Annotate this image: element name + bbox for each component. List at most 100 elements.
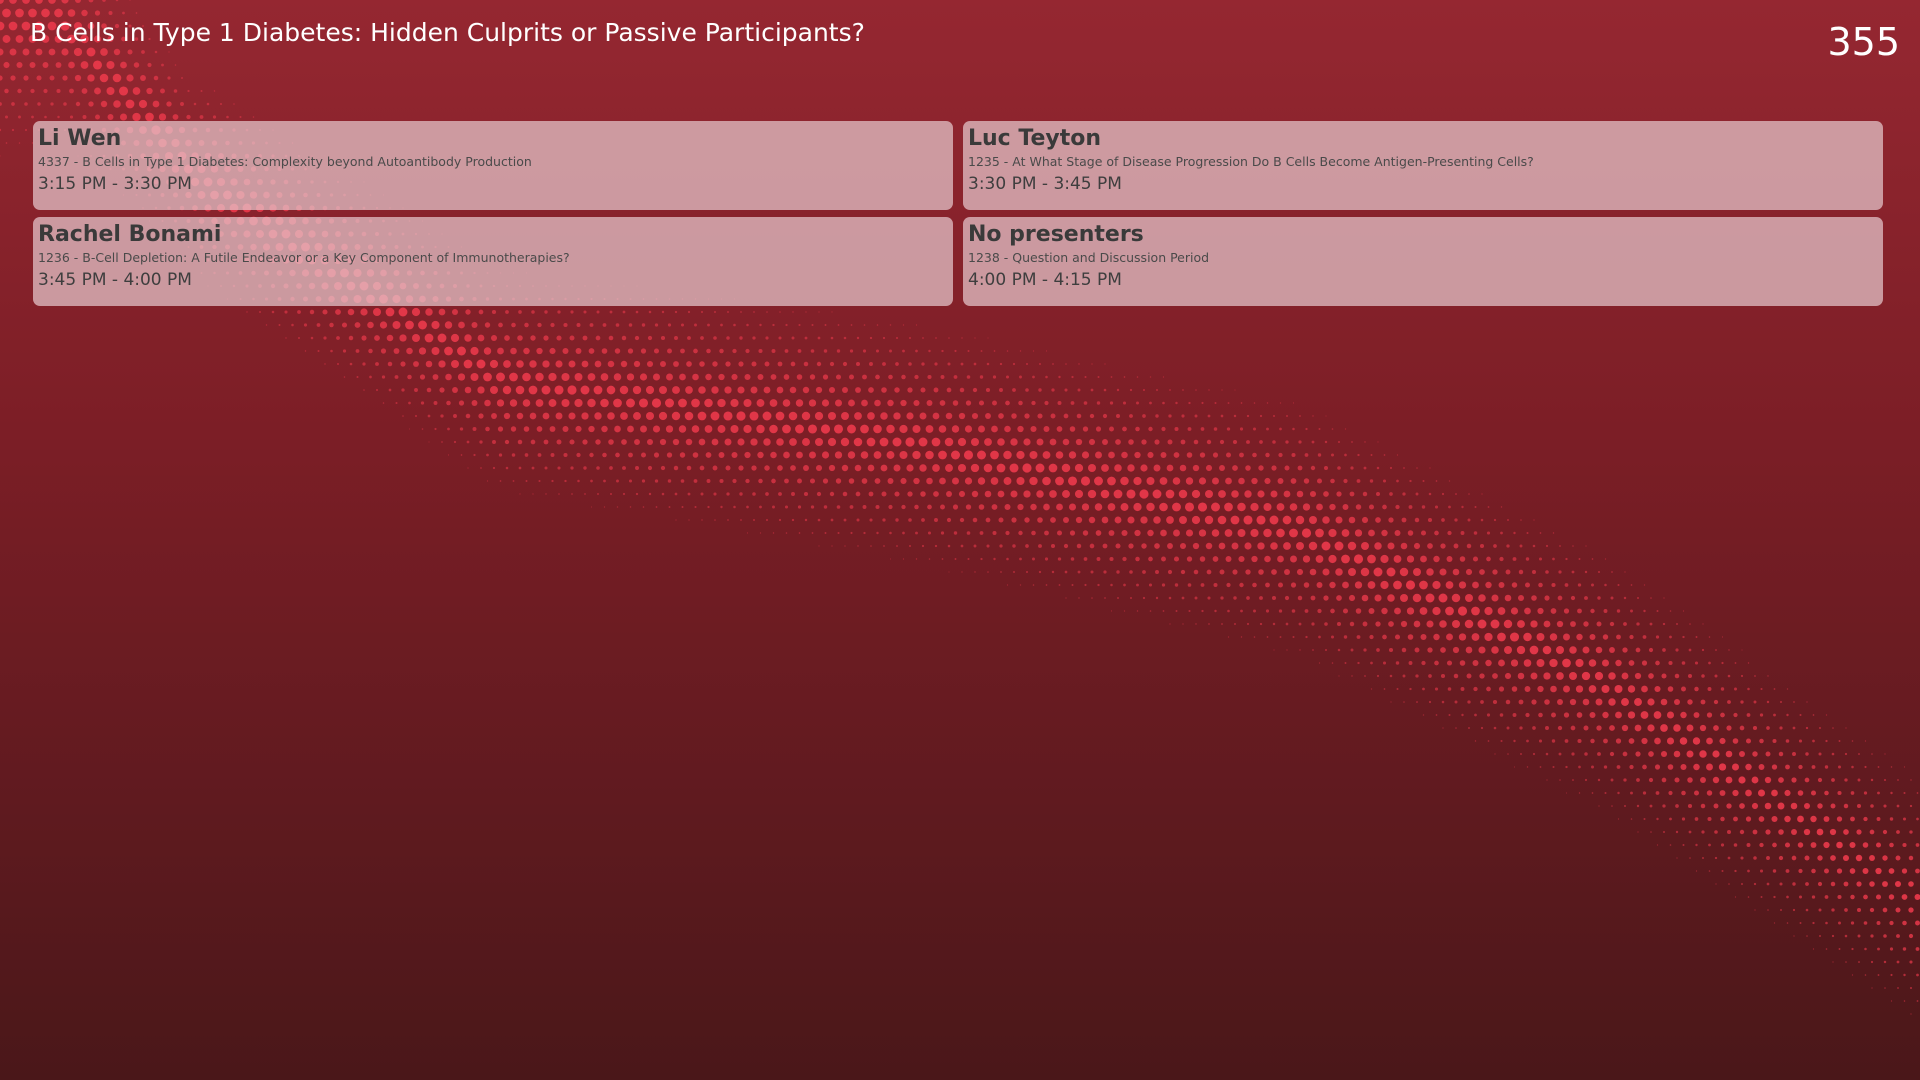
halftone-dot [603,479,606,483]
halftone-dot [1394,607,1401,615]
halftone-dot [1628,660,1635,666]
halftone-dot [1129,596,1133,600]
halftone-dot [1897,987,1899,989]
halftone-dot [1201,609,1204,613]
halftone-dot [1759,713,1764,717]
halftone-dot [1688,674,1692,678]
halftone-dot [1551,739,1556,743]
halftone-dot [1395,661,1400,665]
halftone-dot [985,517,991,523]
halftone-dot [1734,662,1737,664]
halftone-dot [1850,894,1855,900]
halftone-dot [634,439,640,445]
halftone-dot [1440,647,1446,653]
halftone-dot [1480,700,1484,704]
halftone-dot [1095,451,1102,459]
halftone-dot [1499,713,1504,717]
halftone-dot [1263,528,1272,538]
halftone-dot [492,440,496,444]
halftone-dot [1113,489,1123,499]
halftone-dot [1272,440,1276,444]
halftone-dot [1590,738,1595,744]
halftone-dot [620,412,628,420]
presentation-card[interactable]: Luc Teyton 1235 - At What Stage of Disea… [963,121,1883,210]
halftone-dot [551,479,554,483]
halftone-dot [967,350,970,352]
halftone-dot [660,361,666,367]
halftone-dot [1576,712,1583,718]
halftone-dot [562,347,569,355]
halftone-dot [902,531,905,535]
halftone-dot [1355,608,1362,614]
halftone-dot [958,412,966,420]
halftone-dot [1329,503,1336,511]
halftone-dot [1312,649,1314,651]
halftone-dot [433,401,438,405]
halftone-dot [1167,569,1173,575]
halftone-dot [1728,649,1730,651]
halftone-dot [1284,595,1290,601]
halftone-dot [1545,752,1549,756]
halftone-dot [1433,555,1440,563]
halftone-dot [1543,672,1551,680]
halftone-dot [271,310,275,314]
presentation-card[interactable]: Li Wen 4337 - B Cells in Type 1 Diabetes… [33,121,953,210]
halftone-dot [1753,856,1757,860]
halftone-dot [1468,493,1470,495]
halftone-dot [1058,584,1061,586]
halftone-dot [9,0,17,4]
halftone-dot [1400,542,1408,550]
halftone-dot [861,478,868,484]
halftone-dot [1656,817,1659,821]
halftone-dot [1357,453,1360,457]
halftone-dot [863,531,866,535]
halftone-dot [1139,489,1149,499]
halftone-dot [1674,699,1680,705]
halftone-dot [687,310,691,314]
halftone-dot [1018,400,1023,406]
halftone-dot [1342,581,1349,589]
halftone-dot [1240,609,1243,613]
halftone-dot [855,491,861,497]
halftone-dot [503,412,511,420]
halftone-dot [431,320,440,330]
halftone-dot [751,465,757,471]
halftone-dot [922,337,924,339]
halftone-dot [1773,895,1776,899]
halftone-dot [1896,830,1900,834]
halftone-dot [24,128,28,132]
presentation-card[interactable]: No presenters 1238 - Question and Discus… [963,217,1883,306]
halftone-dot [717,398,726,408]
halftone-dot [1253,609,1256,613]
halftone-dot [1044,400,1049,406]
halftone-dot [809,451,816,459]
halftone-dot [674,336,678,340]
halftone-dot [1174,583,1179,587]
halftone-dot [1409,479,1412,483]
halftone-dot [1259,596,1263,600]
halftone-dot [1519,726,1523,730]
halftone-dot [1276,503,1285,511]
halftone-dot [1583,725,1589,731]
halftone-dot [1493,726,1497,730]
halftone-dot [596,310,600,314]
halftone-dot [1563,685,1570,693]
halftone-dot [1614,684,1623,694]
halftone-dot [485,426,490,432]
halftone-dot [118,86,129,96]
presentation-card[interactable]: Rachel Bonami 1236 - B-Cell Depletion: A… [33,217,953,306]
halftone-dot [1240,636,1243,638]
halftone-dot [1232,569,1238,575]
halftone-dot [1455,727,1457,729]
halftone-dot [647,465,653,471]
halftone-dot [563,452,568,458]
halftone-dot [934,544,938,548]
halftone-dot [1823,841,1830,849]
halftone-dot [418,320,427,330]
halftone-dot [499,480,502,482]
halftone-dot [1486,556,1491,562]
halftone-dot [1857,804,1861,808]
halftone-dot [698,386,706,394]
halftone-dot [590,479,593,483]
halftone-dot [609,310,613,314]
